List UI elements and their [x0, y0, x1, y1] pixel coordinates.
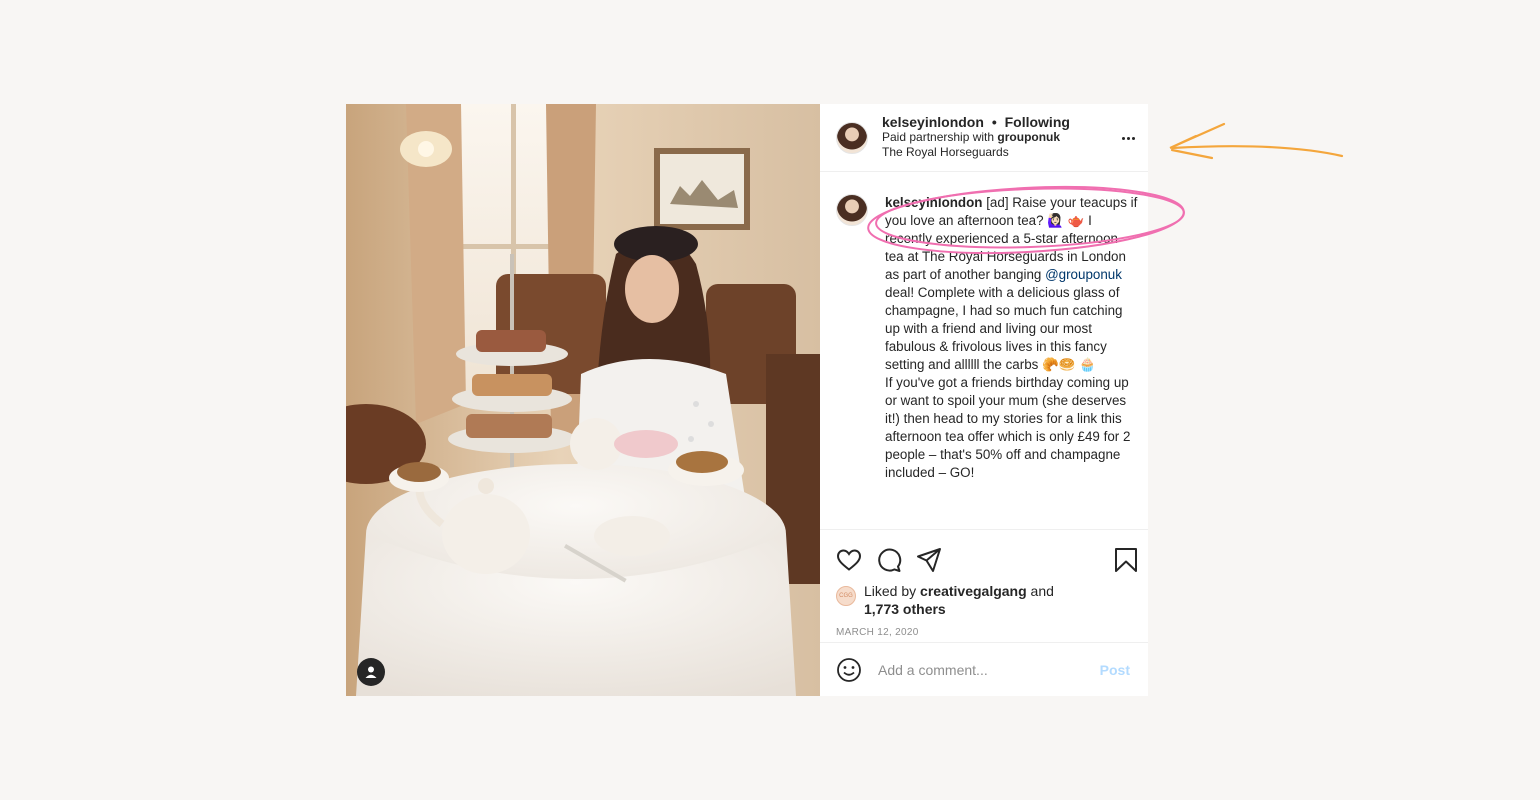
tea-photo-illustration [346, 104, 820, 696]
paid-partnership-label: Paid partnership with grouponuk [882, 130, 1070, 145]
author-username[interactable]: kelseyinlondon [882, 114, 984, 130]
more-icon-dot [1126, 136, 1130, 140]
likes-text: Liked by creativegalgang and 1,773 other… [864, 582, 1054, 618]
author-avatar[interactable] [836, 121, 868, 154]
tagged-users-button[interactable] [357, 658, 385, 686]
heart-icon[interactable] [836, 548, 862, 572]
post-header: kelseyinlondon • Following Paid partners… [820, 104, 1148, 172]
bookmark-icon[interactable] [1114, 547, 1138, 573]
post-actions [820, 538, 1148, 582]
instagram-post: kelseyinlondon • Following Paid partners… [346, 104, 1148, 696]
post-date[interactable]: MARCH 12, 2020 [820, 624, 1148, 642]
post-comment-button[interactable]: Post [1100, 662, 1130, 678]
separator-dot: • [991, 114, 997, 130]
liked-by-label: Liked by [864, 583, 917, 599]
comment-icon[interactable] [876, 547, 902, 573]
likes-summary: CGG Liked by creativegalgang and 1,773 o… [820, 582, 1148, 618]
paper-plane-icon[interactable] [916, 547, 942, 573]
more-options-button[interactable] [1120, 130, 1136, 146]
likes-others-link[interactable]: 1,773 others [864, 601, 946, 617]
post-header-text: kelseyinlondon • Following Paid partners… [882, 115, 1070, 160]
post-photo[interactable] [346, 104, 820, 696]
post-location[interactable]: The Royal Horseguards [882, 145, 1070, 160]
smiley-icon[interactable] [836, 657, 862, 683]
following-button[interactable]: Following [1005, 114, 1070, 130]
post-caption: kelseyinlondon [ad] Raise your teacups i… [820, 172, 1148, 530]
annotation-arrow [1169, 122, 1344, 160]
caption-username[interactable]: kelseyinlondon [885, 195, 982, 210]
partnership-prefix: Paid partnership with [882, 130, 995, 144]
caption-author-avatar[interactable] [836, 194, 868, 226]
post-details-panel: kelseyinlondon • Following Paid partners… [820, 104, 1148, 696]
author-line: kelseyinlondon • Following [882, 115, 1070, 130]
caption-mention[interactable]: @grouponuk [1045, 267, 1122, 282]
liker-avatar[interactable]: CGG [836, 586, 856, 606]
more-icon-dot [1121, 136, 1125, 140]
comment-bar: Post [820, 642, 1148, 696]
likes-and-label: and [1030, 583, 1054, 599]
person-icon [365, 666, 377, 678]
caption-text: kelseyinlondon [ad] Raise your teacups i… [885, 194, 1138, 529]
caption-paragraph: kelseyinlondon [ad] Raise your teacups i… [885, 194, 1138, 374]
caption-paragraph-2: If you've got a friends birthday coming … [885, 375, 1131, 480]
more-icon-dot [1131, 136, 1135, 140]
liker-username[interactable]: creativegalgang [920, 583, 1027, 599]
caption-body-continued: deal! Complete with a delicious glass of… [885, 285, 1123, 372]
partner-username[interactable]: grouponuk [997, 130, 1060, 144]
comment-input[interactable] [876, 660, 1100, 679]
